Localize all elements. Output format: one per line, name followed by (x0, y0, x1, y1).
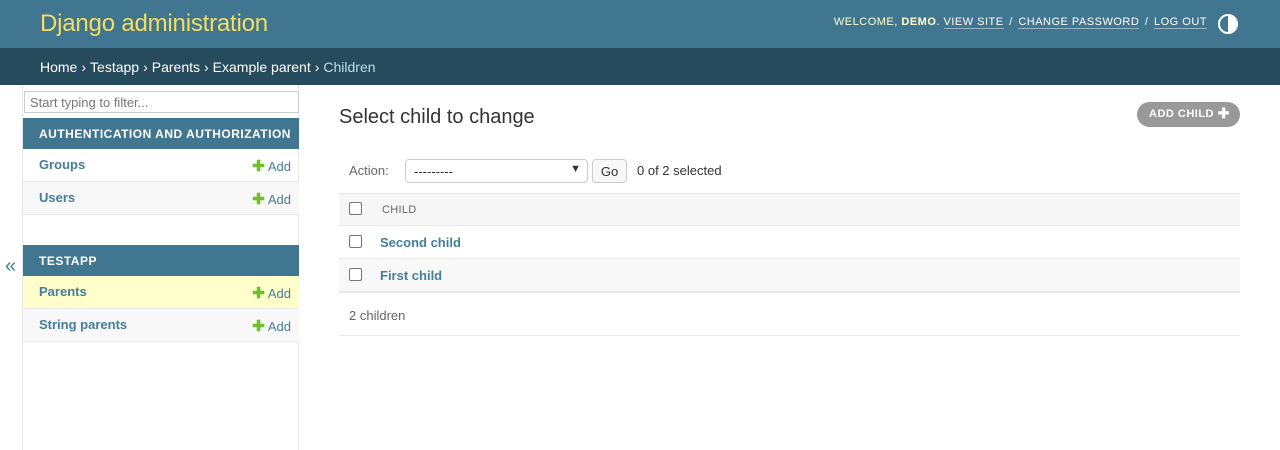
add-label: Add (267, 319, 291, 334)
sidebar-item-users-link[interactable]: Users (39, 190, 75, 205)
users-add-link[interactable]: ✚ Add (252, 190, 291, 208)
row-checkbox[interactable] (349, 235, 362, 248)
site-branding[interactable]: Django administration (40, 10, 268, 38)
action-label: Action: (349, 163, 389, 178)
breadcrumb-testapp[interactable]: Testapp (90, 59, 139, 75)
header: Django administration WELCOME, DEMO. VIE… (0, 0, 1280, 48)
selected-count: 0 of 2 selected (637, 163, 722, 178)
add-label: Add (267, 286, 291, 301)
breadcrumb-separator: › (204, 59, 209, 75)
module-testapp: TESTAPP Parents ✚ Add String parents ✚ Add (23, 245, 299, 342)
table-row: Second child (339, 226, 1240, 259)
row-checkbox[interactable] (349, 268, 362, 281)
user-tools-separator: / (1009, 16, 1013, 28)
string-parents-add-link[interactable]: ✚ Add (252, 317, 291, 335)
action-select-value: --------- (414, 164, 453, 179)
add-child-label: ADD CHILD (1149, 108, 1214, 120)
user-tools: WELCOME, DEMO. VIEW SITE / CHANGE PASSWO… (833, 16, 1207, 29)
column-header-child[interactable]: CHILD (382, 204, 417, 216)
add-child-button[interactable]: ADD CHILD ✚ (1137, 102, 1240, 127)
row-link[interactable]: First child (380, 268, 442, 283)
sidebar-item-string-parents: String parents ✚ Add (23, 309, 299, 342)
theme-toggle-icon[interactable] (1218, 14, 1238, 34)
row-link[interactable]: Second child (380, 235, 461, 250)
username: DEMO (901, 16, 937, 28)
toggle-sidebar-button[interactable]: « (5, 255, 16, 278)
add-icon: ✚ (252, 285, 265, 302)
breadcrumb-example-parent[interactable]: Example parent (213, 59, 311, 75)
module-caption-auth[interactable]: AUTHENTICATION AND AUTHORIZATION (23, 118, 299, 149)
module-auth: AUTHENTICATION AND AUTHORIZATION Groups … (23, 118, 299, 215)
add-icon: ✚ (252, 318, 265, 335)
sidebar-item-parents: Parents ✚ Add (23, 276, 299, 309)
breadcrumb-parents[interactable]: Parents (152, 59, 200, 75)
user-tools-separator: / (1144, 16, 1149, 28)
add-icon: ✚ (252, 158, 265, 175)
change-password-link[interactable]: CHANGE PASSWORD (1018, 16, 1140, 29)
sidebar-item-groups-link[interactable]: Groups (39, 157, 85, 172)
log-out-link[interactable]: LOG OUT (1153, 16, 1207, 29)
sidebar-item-users: Users ✚ Add (23, 182, 299, 215)
table-header: CHILD (339, 193, 1240, 226)
chevron-down-icon: ▼ (570, 163, 581, 175)
breadcrumb-home[interactable]: Home (40, 59, 77, 75)
groups-add-link[interactable]: ✚ Add (252, 157, 291, 175)
nav-filter-input[interactable] (24, 91, 299, 113)
table-row: First child (339, 259, 1240, 292)
go-button[interactable]: Go (592, 159, 627, 183)
breadcrumb-current: Children (323, 59, 376, 75)
plus-icon: ✚ (1217, 105, 1230, 121)
action-select[interactable]: --------- ▼ (405, 159, 588, 183)
breadcrumb: Home › Testapp › Parents › Example parent › Chil… (0, 48, 1280, 85)
select-all-checkbox[interactable] (349, 202, 362, 215)
parents-add-link[interactable]: ✚ Add (252, 284, 291, 302)
sidebar-item-string-parents-link[interactable]: String parents (39, 317, 127, 332)
page-title: Select child to change (339, 106, 535, 128)
breadcrumb-separator: › (143, 59, 148, 75)
add-label: Add (267, 159, 291, 174)
sidebar-item-groups: Groups ✚ Add (23, 149, 299, 182)
view-site-link[interactable]: VIEW SITE (943, 16, 1004, 29)
nav-sidebar: AUTHENTICATION AND AUTHORIZATION Groups … (22, 85, 299, 450)
module-caption-testapp[interactable]: TESTAPP (23, 245, 299, 276)
paginator: 2 children (339, 292, 1240, 336)
add-icon: ✚ (252, 191, 265, 208)
sidebar-item-parents-link[interactable]: Parents (39, 284, 87, 299)
add-label: Add (267, 192, 291, 207)
welcome-end: . (936, 16, 944, 28)
welcome-text: WELCOME, (833, 16, 902, 28)
result-table: CHILD Second child First child (339, 193, 1240, 292)
breadcrumb-separator: › (314, 59, 320, 75)
breadcrumb-separator: › (81, 59, 87, 75)
